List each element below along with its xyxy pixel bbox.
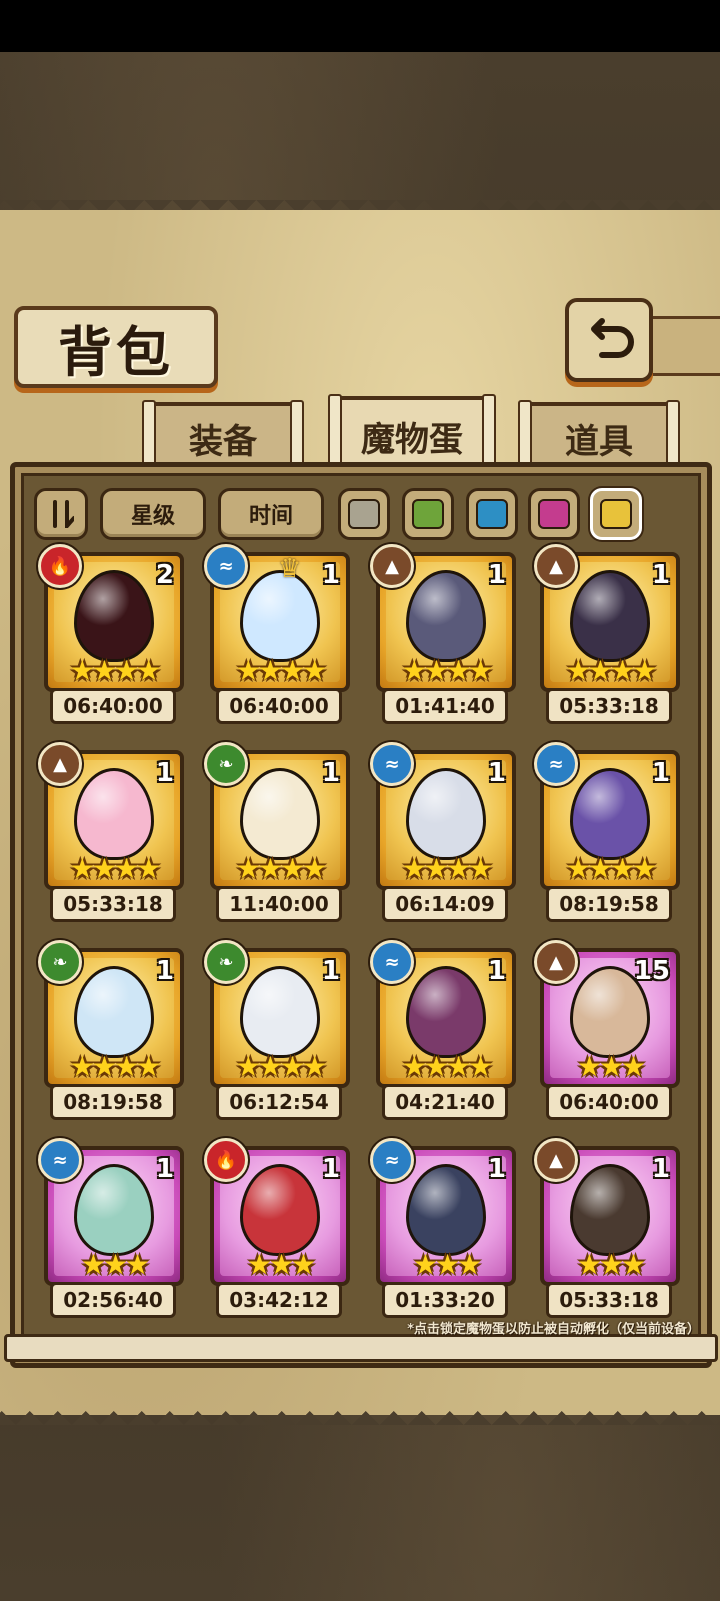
mountain-icon: ▲ — [38, 742, 82, 786]
hatch-timer: 01:41:40 — [382, 688, 508, 724]
hatch-timer: 04:21:40 — [382, 1084, 508, 1120]
hatch-timer: 05:33:18 — [50, 886, 176, 922]
auto-hatch-footnote: *点击锁定魔物蛋以防止被自动孵化（仅当前设备） — [407, 1322, 700, 1337]
hatch-timer: 05:33:18 — [546, 688, 672, 724]
egg-count: 1 — [487, 956, 506, 986]
hatch-timer: 02:56:40 — [50, 1282, 176, 1318]
page-title-plate: 背包 — [14, 306, 218, 388]
egg-count: 1 — [487, 560, 506, 590]
status-bar — [0, 0, 720, 52]
tab-items-label: 道具 — [565, 421, 633, 462]
hatch-timer: 08:19:58 — [50, 1084, 176, 1120]
sort-by-time-button[interactable]: 时间 — [218, 488, 324, 540]
egg-count: 2 — [155, 560, 174, 590]
egg-count: 1 — [155, 758, 174, 788]
leaf-icon: ❧ — [38, 940, 82, 984]
egg-count: 1 — [651, 758, 670, 788]
star-rating: ★★★★ — [401, 1050, 493, 1083]
egg-count: 15 — [633, 956, 670, 986]
hatch-timer: 06:40:00 — [50, 688, 176, 724]
star-rating: ★★★★ — [235, 1050, 327, 1083]
star-rating: ★★★★ — [565, 852, 657, 885]
egg-count: 1 — [321, 560, 340, 590]
sort-by-time-label: 时间 — [248, 504, 293, 529]
filter-green-swatch — [412, 499, 444, 529]
water-icon: ≈ — [38, 1138, 82, 1182]
page-title: 背包 — [58, 319, 174, 384]
filter-pink-button[interactable] — [528, 488, 580, 540]
tab-equipment-label: 装备 — [189, 421, 257, 462]
hatch-timer: 06:40:00 — [216, 688, 342, 724]
hatch-timer: 06:12:54 — [216, 1084, 342, 1120]
filter-gray-swatch — [348, 499, 380, 529]
back-button[interactable] — [565, 298, 653, 382]
leaf-icon: ❧ — [204, 742, 248, 786]
sort-order-button[interactable] — [34, 488, 88, 540]
star-rating: ★★★★ — [235, 654, 327, 687]
egg-count: 1 — [321, 956, 340, 986]
sort-by-star-button[interactable]: 星级 — [100, 488, 206, 540]
star-rating: ★★★★ — [401, 852, 493, 885]
sort-by-star-label: 星级 — [130, 504, 175, 529]
fire-icon: 🔥 — [38, 544, 82, 588]
filter-pink-swatch — [538, 499, 570, 529]
star-rating: ★★★★ — [565, 654, 657, 687]
panel-bottom-frame — [4, 1334, 718, 1362]
crown-icon: ♛ — [278, 554, 302, 584]
star-rating: ★★★ — [576, 1050, 646, 1083]
filter-green-button[interactable] — [402, 488, 454, 540]
egg-count: 1 — [651, 1154, 670, 1184]
egg-count: 1 — [321, 1154, 340, 1184]
filter-blue-button[interactable] — [466, 488, 518, 540]
egg-count: 1 — [155, 1154, 174, 1184]
filter-blue-swatch — [476, 499, 508, 529]
mountain-icon: ▲ — [534, 544, 578, 588]
water-icon: ≈ — [534, 742, 578, 786]
mountain-icon: ▲ — [534, 940, 578, 984]
hatch-timer: 03:42:12 — [216, 1282, 342, 1318]
egg-count: 1 — [155, 956, 174, 986]
mountain-icon: ▲ — [370, 544, 414, 588]
leaf-icon: ❧ — [204, 940, 248, 984]
star-rating: ★★★★ — [69, 852, 161, 885]
star-rating: ★★★★ — [401, 654, 493, 687]
water-icon: ≈ — [370, 1138, 414, 1182]
egg-count: 1 — [651, 560, 670, 590]
filter-gray-button[interactable] — [338, 488, 390, 540]
hatch-timer: 08:19:58 — [546, 886, 672, 922]
mountain-icon: ▲ — [534, 1138, 578, 1182]
tab-monster-eggs-label: 魔物蛋 — [361, 419, 463, 460]
star-rating: ★★★ — [412, 1248, 482, 1281]
star-rating: ★★★ — [246, 1248, 316, 1281]
star-rating: ★★★ — [576, 1248, 646, 1281]
torn-edge-bottom — [0, 1405, 720, 1425]
tab-monster-eggs[interactable]: 魔物蛋 — [328, 394, 496, 476]
hatch-timer: 05:33:18 — [546, 1282, 672, 1318]
star-rating: ★★★★ — [235, 852, 327, 885]
filter-yellow-swatch — [600, 499, 632, 529]
water-icon: ≈ — [370, 742, 414, 786]
sort-icon — [53, 500, 74, 528]
tab-equipment[interactable]: 装备 — [142, 400, 304, 482]
star-rating: ★★★★ — [69, 1050, 161, 1083]
fire-icon: 🔥 — [204, 1138, 248, 1182]
egg-count: 1 — [321, 758, 340, 788]
back-arrow-icon — [591, 318, 634, 358]
tab-items[interactable]: 道具 — [518, 400, 680, 482]
water-icon: ≈ — [204, 544, 248, 588]
egg-count: 1 — [487, 758, 506, 788]
egg-count: 1 — [487, 1154, 506, 1184]
star-rating: ★★★★ — [69, 654, 161, 687]
star-rating: ★★★ — [80, 1248, 150, 1281]
hatch-timer: 11:40:00 — [216, 886, 342, 922]
hatch-timer: 06:40:00 — [546, 1084, 672, 1120]
hatch-timer: 06:14:09 — [382, 886, 508, 922]
filter-yellow-button[interactable] — [590, 488, 642, 540]
water-icon: ≈ — [370, 940, 414, 984]
hatch-timer: 01:33:20 — [382, 1282, 508, 1318]
